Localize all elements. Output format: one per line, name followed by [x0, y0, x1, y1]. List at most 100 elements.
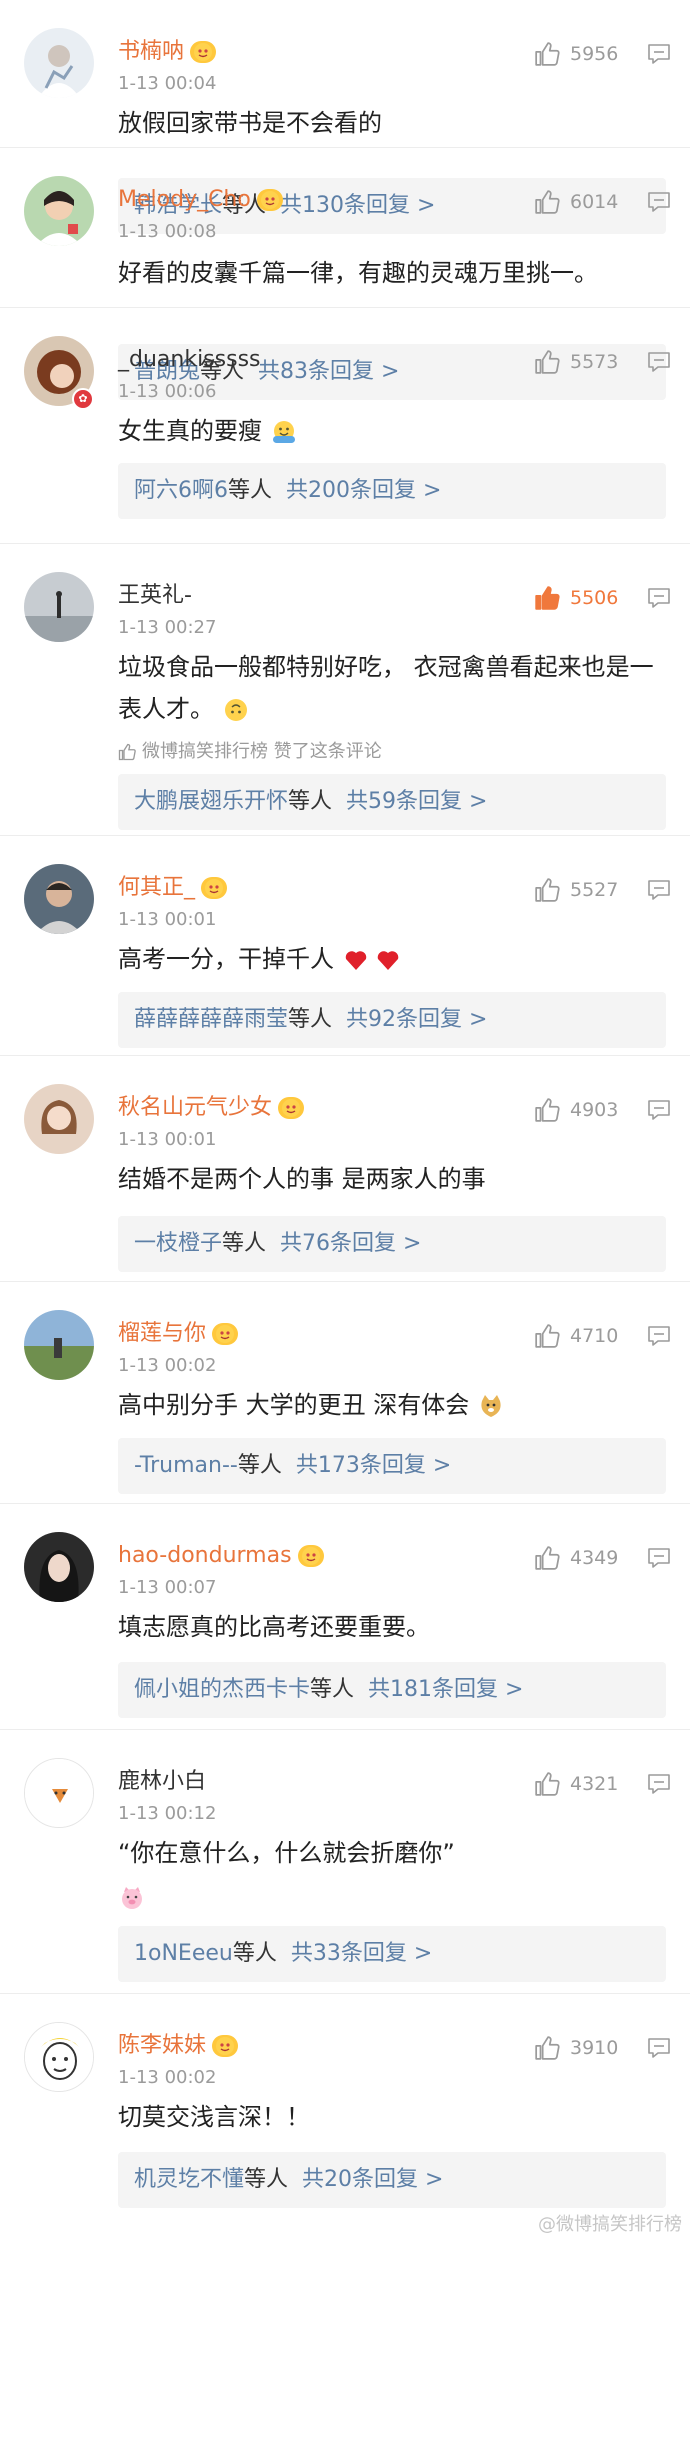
- vip-badge-icon: [212, 1323, 239, 1345]
- replies-summary[interactable]: 大鹏展翅乐开怀等人 共59条回复 >: [118, 774, 666, 830]
- reply-user: 阿六6啊6: [134, 478, 228, 503]
- avatar[interactable]: [24, 1532, 94, 1602]
- comment-reply-icon[interactable]: [646, 42, 672, 66]
- comment-reply-icon[interactable]: [646, 878, 672, 902]
- comment-item: 鹿林小白 1-13 00:12 4321 “你在意什么，什么就会折磨你” 1oN…: [0, 1730, 690, 1994]
- comment-text-line: 高考一分，干掉千人: [118, 938, 658, 980]
- like-button[interactable]: 4349: [534, 1544, 618, 1572]
- avatar[interactable]: [24, 1084, 94, 1154]
- hugging-emoji-icon: [272, 421, 295, 443]
- name-row: Melody_Cho: [118, 184, 283, 216]
- avatar[interactable]: [24, 864, 94, 934]
- timestamp: 1-13 00:02: [118, 1355, 217, 1376]
- thumbs-up-icon: [535, 1324, 560, 1348]
- like-count: 6014: [570, 191, 619, 213]
- comment-reply-icon[interactable]: [646, 1772, 672, 1796]
- reply-count: 共20条回复 >: [302, 2167, 444, 2192]
- comment-reply-icon[interactable]: [646, 350, 672, 374]
- name-row: 陈李妹妹: [118, 2030, 239, 2062]
- timestamp: 1-13 00:08: [118, 221, 217, 242]
- reply-count: 共76条回复 >: [280, 1231, 422, 1256]
- comment-text: “你在意什么，什么就会折磨你”: [118, 1839, 455, 1867]
- username[interactable]: Melody_Cho: [118, 184, 251, 216]
- comment-reply-icon[interactable]: [646, 1098, 672, 1122]
- name-row: 书楠呐: [118, 36, 217, 68]
- replies-summary[interactable]: 阿六6啊6等人 共200条回复 >: [118, 463, 666, 519]
- reply-user: 佩小姐的杰西卡卡: [134, 1677, 311, 1702]
- username[interactable]: _duankisssss: [118, 344, 261, 376]
- replies-summary[interactable]: 1oNEeeu等人 共33条回复 >: [118, 1926, 666, 1982]
- comment-text-line: 高中别分手 大学的更丑 深有体会: [118, 1384, 658, 1426]
- replies-summary[interactable]: 一枝橙子等人 共76条回复 >: [118, 1216, 666, 1272]
- avatar[interactable]: [24, 2022, 94, 2092]
- username[interactable]: 王英礼-: [118, 580, 192, 612]
- replies-summary[interactable]: 薛薛薛薛薛雨莹等人 共92条回复 >: [118, 992, 666, 1048]
- pig-emoji-icon: [122, 1887, 142, 1909]
- like-count: 5506: [570, 587, 619, 609]
- timestamp: 1-13 00:01: [118, 1129, 217, 1150]
- comment-reply-icon[interactable]: [646, 1546, 672, 1570]
- replies-summary[interactable]: -Truman--等人 共173条回复 >: [118, 1438, 666, 1494]
- vip-badge-icon: [201, 877, 228, 899]
- like-button[interactable]: 5527: [534, 876, 618, 904]
- like-count: 4903: [570, 1099, 619, 1121]
- like-button[interactable]: 5573: [534, 348, 618, 376]
- like-button[interactable]: 6014: [534, 188, 618, 216]
- reply-user: 一枝橙子: [134, 1231, 223, 1256]
- reply-user: 1oNEeeu: [134, 1941, 233, 1966]
- author-liked-note: 微博搞笑排行榜 赞了这条评论: [118, 740, 382, 764]
- comment-item: 榴莲与你 1-13 00:02 4710 高中别分手 大学的更丑 深有体会 -T…: [0, 1282, 690, 1504]
- reply-connector: 等人: [310, 1677, 355, 1702]
- comment-reply-icon[interactable]: [646, 190, 672, 214]
- comment-text-line: 垃圾食品一般都特别好吃， 衣冠禽兽看起来也是一表人才。: [118, 646, 658, 730]
- username[interactable]: 榴莲与你: [118, 1318, 206, 1350]
- like-button[interactable]: 3910: [534, 2034, 618, 2062]
- reply-user: 机灵圪不懂: [134, 2167, 245, 2192]
- reply-count: 共181条回复 >: [368, 1677, 524, 1702]
- username[interactable]: 书楠呐: [118, 36, 184, 68]
- liked-by-text: 微博搞笑排行榜 赞了这条评论: [142, 741, 382, 762]
- comment-text: 女生真的要瘦: [118, 417, 262, 445]
- reply-count: 共200条回复 >: [286, 478, 442, 503]
- timestamp: 1-13 00:02: [118, 2067, 217, 2088]
- username[interactable]: 陈李妹妹: [118, 2030, 206, 2062]
- avatar[interactable]: [24, 1758, 94, 1828]
- like-button[interactable]: 4710: [534, 1322, 618, 1350]
- reply-count: 共59条回复 >: [346, 789, 488, 814]
- reply-connector: 等人: [237, 1453, 282, 1478]
- username[interactable]: 秋名山元气少女: [118, 1092, 272, 1124]
- comment-text: 放假回家带书是不会看的: [118, 109, 382, 137]
- comment-text: 结婚不是两个人的事 是两家人的事: [118, 1165, 486, 1193]
- comment-item: 陈李妹妹 1-13 00:02 3910 切莫交浅言深！！ 机灵圪不懂等人 共2…: [0, 1994, 690, 2243]
- avatar[interactable]: [24, 1310, 94, 1380]
- comment-item: 秋名山元气少女 1-13 00:01 4903 结婚不是两个人的事 是两家人的事…: [0, 1056, 690, 1282]
- avatar[interactable]: [24, 176, 94, 246]
- username[interactable]: 何其正_: [118, 872, 195, 904]
- comment-reply-icon[interactable]: [646, 586, 672, 610]
- username[interactable]: 鹿林小白: [118, 1766, 206, 1798]
- like-count: 4321: [570, 1773, 619, 1795]
- replies-summary[interactable]: 佩小姐的杰西卡卡等人 共181条回复 >: [118, 1662, 666, 1718]
- name-row: 王英礼-: [118, 580, 192, 612]
- like-count: 4710: [570, 1325, 619, 1347]
- comment-text: 高考一分，干掉千人: [118, 945, 334, 973]
- thumbs-up-liked-icon: [535, 586, 560, 610]
- comment-text: 垃圾食品一般都特别好吃， 衣冠禽兽看起来也是一表人才。: [118, 653, 654, 723]
- replies-summary[interactable]: 机灵圪不懂等人 共20条回复 >: [118, 2152, 666, 2208]
- reply-connector: 等人: [222, 1231, 267, 1256]
- like-button[interactable]: 4321: [534, 1770, 618, 1798]
- like-button[interactable]: 5506: [534, 584, 618, 612]
- thumbs-up-icon: [535, 350, 560, 374]
- username[interactable]: hao-dondurmas: [118, 1540, 292, 1572]
- like-button[interactable]: 5956: [534, 40, 618, 68]
- vip-badge-icon: [278, 1097, 305, 1119]
- comment-reply-icon[interactable]: [646, 1324, 672, 1348]
- avatar[interactable]: [24, 572, 94, 642]
- timestamp: 1-13 00:07: [118, 1577, 217, 1598]
- reply-connector: 等人: [288, 1007, 333, 1032]
- comment-reply-icon[interactable]: [646, 2036, 672, 2060]
- avatar[interactable]: [24, 28, 94, 98]
- name-row: hao-dondurmas: [118, 1540, 324, 1572]
- vip-badge-icon: [212, 2035, 239, 2057]
- like-button[interactable]: 4903: [534, 1096, 618, 1124]
